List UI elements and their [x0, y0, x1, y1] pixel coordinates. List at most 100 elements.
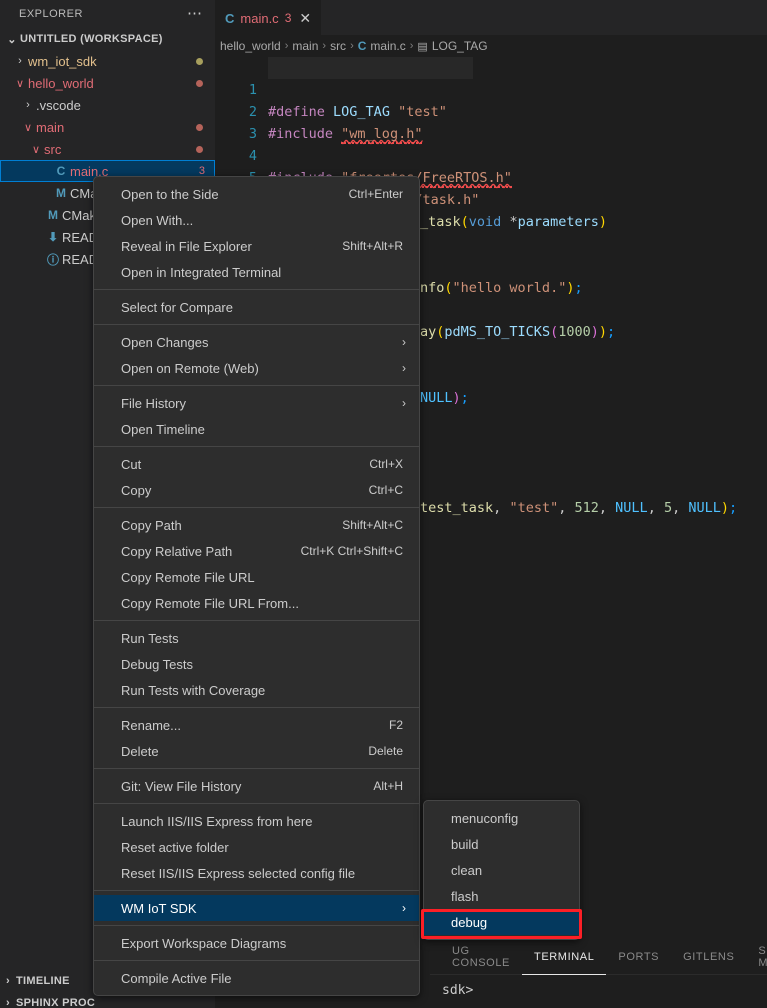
- menu-item-label: Launch IIS/IIS Express from here: [121, 813, 313, 829]
- chevron-down-icon: ∨: [15, 77, 25, 90]
- chevron-right-icon: ›: [284, 40, 289, 52]
- menu-item-reset-active-folder[interactable]: Reset active folder: [94, 834, 419, 860]
- submenu-item-label: build: [451, 836, 479, 852]
- submenu-item-menuconfig[interactable]: menuconfig: [424, 805, 579, 831]
- explorer-header: EXPLORER ⋯: [0, 0, 215, 28]
- menu-item-open-on-remote-web[interactable]: Open on Remote (Web) ›: [94, 355, 419, 381]
- chevron-right-icon: ›: [6, 975, 10, 987]
- code-line: 2 #include "wm_log.h": [215, 79, 767, 144]
- menu-item-shortcut: F2: [388, 718, 403, 732]
- menu-item-open-timeline[interactable]: Open Timeline: [94, 416, 419, 442]
- menu-item-shortcut: Ctrl+Enter: [348, 187, 403, 201]
- code-text: test_task, "test", 512, NULL, 5, NULL);: [420, 500, 738, 516]
- breadcrumb-item-hello-world[interactable]: hello_world: [220, 39, 281, 53]
- code-line: 4 #include "freertos/FreeRTOS.h": [215, 123, 767, 188]
- menu-item-open-changes[interactable]: Open Changes ›: [94, 329, 419, 355]
- menu-item-label: Export Workspace Diagrams: [121, 935, 287, 951]
- breadcrumb-item-main-c[interactable]: main.c: [370, 39, 405, 53]
- menu-item-run-tests[interactable]: Run Tests: [94, 625, 419, 651]
- menu-separator: [94, 385, 419, 386]
- menu-item-copy-remote-file-url[interactable]: Copy Remote File URL: [94, 564, 419, 590]
- git-status-dot: [196, 57, 203, 65]
- tree-item-main[interactable]: ∨ main: [0, 116, 215, 138]
- tab-filename: main.c: [240, 10, 279, 26]
- editor-tab-bar: C main.c 3 ✕: [215, 0, 767, 35]
- panel-tab-terminal[interactable]: TERMINAL: [522, 940, 607, 975]
- breadcrumb-item-main[interactable]: main: [292, 39, 318, 53]
- cmake-file-icon: M: [56, 186, 66, 200]
- menu-item-label: Cut: [121, 456, 142, 472]
- breadcrumb-item-src[interactable]: src: [330, 39, 346, 53]
- menu-separator: [94, 446, 419, 447]
- panel-tab-ug-console[interactable]: UG CONSOLE: [440, 940, 522, 975]
- menu-item-reset-iis-iis-express-selected-config-file[interactable]: Reset IIS/IIS Express selected config fi…: [94, 860, 419, 886]
- breadcrumb-item-log-tag[interactable]: LOG_TAG: [432, 39, 488, 53]
- tree-item--vscode[interactable]: › .vscode: [0, 94, 215, 116]
- menu-item-label: Reset active folder: [121, 839, 229, 855]
- ellipsis-icon[interactable]: ⋯: [187, 6, 203, 21]
- tree-item-src[interactable]: ∨ src: [0, 138, 215, 160]
- menu-item-reveal-in-file-explorer[interactable]: Reveal in File Explorer Shift+Alt+R: [94, 233, 419, 259]
- menu-item-copy-relative-path[interactable]: Copy Relative Path Ctrl+K Ctrl+Shift+C: [94, 538, 419, 564]
- terminal-prompt[interactable]: sdk>: [430, 975, 767, 998]
- cmake-file-icon: M: [48, 208, 58, 222]
- panel-tab-ports[interactable]: PORTS: [606, 940, 671, 975]
- chevron-right-icon: ›: [350, 40, 354, 52]
- menu-item-export-workspace-diagrams[interactable]: Export Workspace Diagrams: [94, 930, 419, 956]
- menu-separator: [94, 890, 419, 891]
- menu-item-shortcut: Delete: [368, 744, 403, 758]
- submenu-item-build[interactable]: build: [424, 831, 579, 857]
- menu-item-open-with[interactable]: Open With...: [94, 207, 419, 233]
- tree-item-hello-world[interactable]: ∨ hello_world: [0, 72, 215, 94]
- workspace-root-row[interactable]: ⌄ UNTITLED (WORKSPACE): [0, 28, 215, 50]
- menu-item-copy-path[interactable]: Copy Path Shift+Alt+C: [94, 512, 419, 538]
- menu-item-copy[interactable]: Copy Ctrl+C: [94, 477, 419, 503]
- panel-tab-serial-mon[interactable]: SERIAL MON: [746, 940, 767, 975]
- chevron-down-icon: ⌄: [7, 33, 17, 46]
- menu-item-debug-tests[interactable]: Debug Tests: [94, 651, 419, 677]
- menu-item-copy-remote-file-url-from[interactable]: Copy Remote File URL From...: [94, 590, 419, 616]
- menu-item-wm-iot-sdk[interactable]: WM IoT SDK ›: [94, 895, 419, 921]
- git-status-dot: [196, 123, 203, 131]
- submenu-item-clean[interactable]: clean: [424, 857, 579, 883]
- submenu-item-label: flash: [451, 888, 479, 904]
- menu-separator: [94, 324, 419, 325]
- menu-item-run-tests-with-coverage[interactable]: Run Tests with Coverage: [94, 677, 419, 703]
- panel-tab-gitlens[interactable]: GITLENS: [671, 940, 746, 975]
- tree-item-wm-iot-sdk[interactable]: › wm_iot_sdk: [0, 50, 215, 72]
- menu-item-open-to-the-side[interactable]: Open to the Side Ctrl+Enter: [94, 181, 419, 207]
- chevron-right-icon: ›: [402, 396, 406, 410]
- menu-item-cut[interactable]: Cut Ctrl+X: [94, 451, 419, 477]
- menu-item-delete[interactable]: Delete Delete: [94, 738, 419, 764]
- tab-error-count: 3: [284, 11, 292, 25]
- menu-item-label: Reveal in File Explorer: [121, 238, 252, 254]
- tab-main-c[interactable]: C main.c 3 ✕: [215, 0, 322, 35]
- menu-item-launch-iis-iis-express-from-here[interactable]: Launch IIS/IIS Express from here: [94, 808, 419, 834]
- panel-tab-bar: UG CONSOLETERMINALPORTSGITLENSSERIAL MON: [430, 940, 767, 975]
- file-context-menu[interactable]: Open to the Side Ctrl+Enter Open With... Re…: [93, 176, 420, 996]
- menu-item-shortcut: Ctrl+C: [368, 483, 403, 497]
- chevron-right-icon: ›: [402, 361, 406, 375]
- wm-iot-sdk-submenu[interactable]: menuconfig build clean flash debug: [423, 800, 580, 940]
- menu-item-compile-active-file[interactable]: Compile Active File: [94, 965, 419, 991]
- submenu-item-flash[interactable]: flash: [424, 883, 579, 909]
- menu-separator: [94, 925, 419, 926]
- close-icon[interactable]: ✕: [299, 10, 311, 27]
- menu-item-shortcut: Ctrl+K Ctrl+Shift+C: [300, 544, 403, 558]
- menu-item-shortcut: Ctrl+X: [369, 457, 403, 471]
- chevron-down-icon: ∨: [23, 121, 33, 134]
- menu-separator: [94, 620, 419, 621]
- menu-item-label: Copy Relative Path: [121, 543, 233, 559]
- menu-separator: [94, 768, 419, 769]
- submenu-item-debug[interactable]: debug: [424, 909, 579, 935]
- menu-item-git-view-file-history[interactable]: Git: View File History Alt+H: [94, 773, 419, 799]
- menu-item-rename[interactable]: Rename... F2: [94, 712, 419, 738]
- tree-item-label: src: [44, 141, 62, 157]
- menu-item-open-in-integrated-terminal[interactable]: Open in Integrated Terminal: [94, 259, 419, 285]
- menu-item-file-history[interactable]: File History ›: [94, 390, 419, 416]
- menu-item-label: Copy Remote File URL: [121, 569, 255, 585]
- menu-item-select-for-compare[interactable]: Select for Compare: [94, 294, 419, 320]
- menu-separator: [94, 507, 419, 508]
- code-text: NULL);: [420, 390, 469, 406]
- menu-item-label: Open With...: [121, 212, 194, 228]
